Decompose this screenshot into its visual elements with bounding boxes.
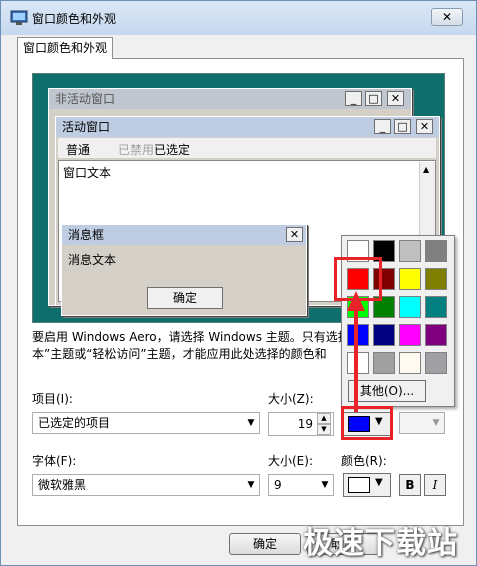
message-box-caption: 消息框 xyxy=(62,225,306,245)
chevron-down-icon: ▼ xyxy=(375,477,383,488)
font-color-button[interactable]: ▼ xyxy=(343,473,391,497)
chevron-down-icon: ▼ xyxy=(247,418,255,428)
color-label: 颜色(R): xyxy=(341,454,387,468)
description-line-2: 本”主题或“轻松访问”主题，才能应用此处选择的颜色和 xyxy=(32,347,327,361)
window-close-button[interactable]: ✕ xyxy=(431,8,463,26)
tab-window-color-appearance[interactable]: 窗口颜色和外观 xyxy=(17,37,113,59)
chevron-down-icon: ▼ xyxy=(321,480,329,490)
dialog-window: 窗口颜色和外观 ✕ 窗口颜色和外观 非活动窗口 _ □ ✕ 活动窗口 _ □ ✕… xyxy=(0,0,477,566)
item-select-value: 已选定的项目 xyxy=(38,416,111,430)
chevron-down-icon: ▼ xyxy=(432,418,440,428)
monitor-icon xyxy=(10,10,28,26)
aero-description: 要启用 Windows Aero，请选择 Windows 主题。只有选择 本”主… xyxy=(32,329,362,363)
highlight-box xyxy=(341,406,393,440)
font-label: 字体(F): xyxy=(32,454,77,468)
palette-color-cell[interactable] xyxy=(425,352,447,374)
message-text: 消息文本 xyxy=(68,253,117,267)
spin-down-icon[interactable]: ▼ xyxy=(317,424,331,435)
item-select[interactable]: 已选定的项目 ▼ xyxy=(32,412,260,434)
watermark-text: 极速下载站 xyxy=(303,526,458,561)
message-box-ok-button[interactable]: 确定 xyxy=(147,287,223,309)
menu-disabled[interactable]: 已禁用 xyxy=(118,141,154,158)
window-text: 窗口文本 xyxy=(63,166,112,180)
menu-normal[interactable]: 普通 xyxy=(66,141,90,158)
palette-color-cell[interactable] xyxy=(399,240,421,262)
italic-button[interactable]: I xyxy=(424,474,446,496)
ok-button[interactable]: 确定 xyxy=(229,533,301,555)
size2-label: 大小(E): xyxy=(268,454,313,468)
size1-value: 19 xyxy=(297,417,313,431)
color-swatch xyxy=(348,477,370,493)
palette-color-cell[interactable] xyxy=(425,296,447,318)
preview-menubar: 普通 已禁用 已选定 xyxy=(58,138,436,158)
palette-color-cell[interactable] xyxy=(425,268,447,290)
palette-color-cell[interactable] xyxy=(425,240,447,262)
font-select[interactable]: 微软雅黑 ▼ xyxy=(32,474,260,496)
maximize-icon: □ xyxy=(394,119,411,134)
chevron-down-icon: ▼ xyxy=(247,480,255,490)
palette-color-cell[interactable] xyxy=(399,324,421,346)
menu-selected[interactable]: 已选定 xyxy=(154,141,190,158)
item-color2-button[interactable]: ▼ xyxy=(399,412,445,434)
size1-label: 大小(Z): xyxy=(268,392,314,406)
close-icon: ✕ xyxy=(416,119,433,134)
palette-color-cell[interactable] xyxy=(399,268,421,290)
palette-color-cell[interactable] xyxy=(425,324,447,346)
maximize-icon: □ xyxy=(365,91,382,106)
highlight-box xyxy=(334,257,382,301)
size2-select[interactable]: 9 ▼ xyxy=(268,474,334,496)
palette-color-cell[interactable] xyxy=(399,352,421,374)
palette-color-cell[interactable] xyxy=(373,324,395,346)
description-line-1: 要启用 Windows Aero，请选择 Windows 主题。只有选择 xyxy=(32,330,350,344)
close-icon: ✕ xyxy=(286,227,303,242)
bold-button[interactable]: B xyxy=(399,474,421,496)
scroll-up-icon[interactable]: ▲ xyxy=(423,165,429,174)
palette-color-cell[interactable] xyxy=(399,296,421,318)
title-bar[interactable]: 窗口颜色和外观 ✕ xyxy=(1,1,476,35)
font-select-value: 微软雅黑 xyxy=(38,478,87,492)
arrow-up-icon xyxy=(347,291,365,412)
spin-up-icon[interactable]: ▲ xyxy=(317,413,331,424)
item-label: 项目(I): xyxy=(32,392,73,406)
size1-stepper[interactable]: 19 ▲ ▼ xyxy=(268,412,334,436)
size2-value: 9 xyxy=(274,478,282,492)
minimize-icon: _ xyxy=(374,119,391,134)
minimize-icon: _ xyxy=(345,91,362,106)
palette-color-cell[interactable] xyxy=(373,352,395,374)
window-title: 窗口颜色和外观 xyxy=(32,12,117,26)
close-icon: ✕ xyxy=(387,91,404,106)
